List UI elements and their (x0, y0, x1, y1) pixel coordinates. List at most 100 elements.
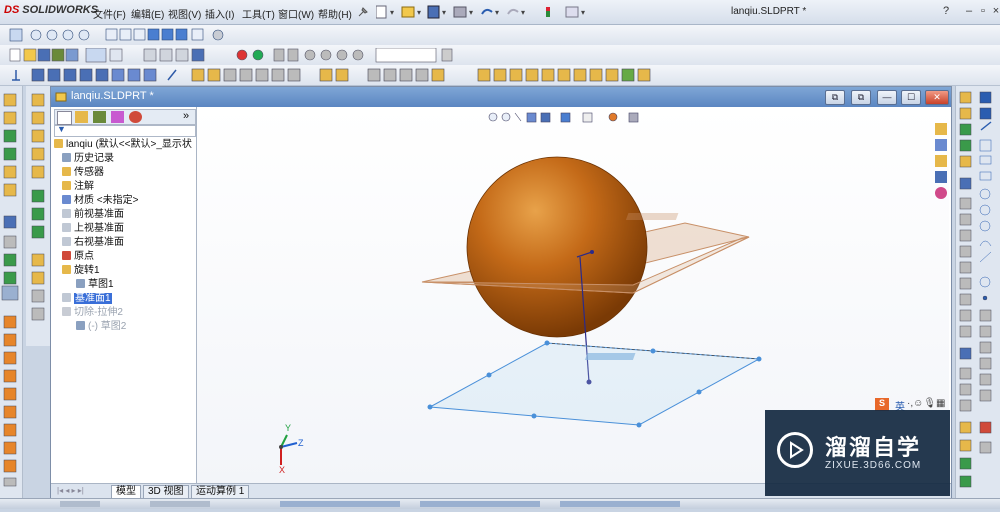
window-title: lanqiu.SLDPRT * (731, 6, 807, 17)
doc-maximize-button[interactable]: ☐ (901, 90, 921, 105)
tree-item[interactable]: (-) 草图2 (76, 320, 126, 334)
plane-icon (62, 237, 71, 246)
triad-x-label: X (279, 465, 286, 475)
svg-text:▾: ▾ (417, 8, 421, 17)
solidworks-logo[interactable]: DS SOLIDWORKS (4, 4, 98, 16)
tree-item[interactable]: 上视基准面 (62, 222, 124, 236)
help-icon[interactable]: ? (940, 5, 952, 17)
origin-icon (62, 251, 71, 260)
menu-edit[interactable]: 编辑(E) (131, 6, 164, 21)
menu-insert[interactable]: 插入(I) (205, 6, 234, 21)
appearances-icon[interactable] (935, 187, 947, 199)
document-title: lanqiu.SLDPRT * (71, 90, 154, 102)
plane-icon (62, 209, 71, 218)
sphere-body[interactable] (466, 156, 648, 338)
left-command-strip-2 (26, 86, 50, 346)
revolve-icon (62, 265, 71, 274)
resources-icon[interactable] (935, 123, 947, 135)
selected-plane-label (584, 353, 636, 360)
plane-label-faded (625, 213, 679, 220)
file-explorer-icon[interactable] (935, 155, 947, 167)
pin-icon[interactable] (355, 4, 371, 20)
tree-item[interactable]: 材质 <未指定> (62, 194, 138, 208)
tree-filter-input[interactable]: ▼ (54, 124, 196, 137)
tree-item-label: 旋转1 (74, 265, 100, 276)
ds-logo-icon: DS (4, 4, 20, 16)
part-document-icon (55, 90, 68, 103)
svg-text:▾: ▾ (442, 8, 446, 17)
taskbar-strip (0, 498, 1000, 509)
tree-item-label: 前视基准面 (74, 209, 124, 220)
features-toolbar (0, 65, 1000, 86)
view-palette-icon[interactable] (935, 171, 947, 183)
part-icon (54, 139, 63, 148)
tree-item-label: 上视基准面 (74, 223, 124, 234)
menu-tools[interactable]: 工具(T) (242, 6, 275, 21)
menu-help[interactable]: 帮助(H) (318, 6, 352, 21)
design-library-icon[interactable] (935, 139, 947, 151)
close-icon[interactable]: × (990, 5, 1000, 17)
tree-item-label: 材质 <未指定> (74, 195, 139, 206)
collapse-panel-icon[interactable]: » (183, 110, 189, 122)
tree-item-label: 草图1 (88, 279, 114, 290)
tab-3d-view[interactable]: 3D 视图 (143, 485, 189, 499)
annotation-icon (62, 181, 71, 190)
play-logo-icon (777, 432, 813, 468)
tree-item[interactable]: 右视基准面 (62, 236, 124, 250)
tree-item[interactable]: 切除-拉伸2 (62, 306, 123, 320)
triad-y-label: Y (285, 423, 292, 433)
tab-motion-study[interactable]: 运动算例 1 (191, 485, 250, 499)
tree-item-label: 基准面1 (74, 293, 112, 304)
sketch-toolbar (0, 45, 1000, 66)
svg-text:▾: ▾ (495, 8, 499, 17)
tree-item[interactable]: 历史记录 (62, 152, 114, 166)
tree-item[interactable]: 注解 (62, 180, 94, 194)
tree-item[interactable]: 基准面1 (62, 292, 112, 306)
view-toolbar (0, 25, 1000, 46)
tree-item-label: lanqiu (默认<<默认>_显示状 (66, 139, 192, 150)
minimize-icon[interactable]: – (963, 5, 975, 17)
tree-item[interactable]: 前视基准面 (62, 208, 124, 222)
tree-rows: lanqiu (默认<<默认>_显示状历史记录 传感器注解 材质 <未指定> 前视基准… (54, 138, 194, 338)
plane-icon (62, 223, 71, 232)
triad-z-label: Z (298, 438, 304, 448)
svg-text:▾: ▾ (390, 8, 394, 17)
configuration-manager-tab-icon[interactable] (93, 111, 106, 123)
tab-scroll-arrows[interactable]: |◂ ◂ ▸ ▸| (57, 486, 84, 495)
ime-tools-icons[interactable]: ·,☺🎙▦ (907, 398, 945, 409)
property-manager-tab-icon[interactable] (75, 111, 88, 123)
doc-close-button[interactable]: ✕ (925, 90, 949, 105)
tree-item[interactable]: 传感器 (62, 166, 104, 180)
coordinate-triad (279, 434, 298, 465)
manager-tabs: » (54, 109, 196, 125)
tree-item-label: 传感器 (74, 167, 104, 178)
tile-vertical-button[interactable]: ⧉ (851, 90, 871, 105)
title-bar: DS SOLIDWORKS 文件(F) 编辑(E) 视图(V) 插入(I) 工具(… (0, 0, 1000, 25)
document-window-header: lanqiu.SLDPRT * ⧉ ⧉ — ☐ ✕ (51, 87, 951, 107)
tree-item[interactable]: lanqiu (默认<<默认>_显示状 (54, 138, 192, 152)
sensor-icon (62, 167, 71, 176)
doc-minimize-button[interactable]: — (877, 90, 897, 105)
feature-manager-tree: » ▼ lanqiu (默认<<默认>_显示状历史记录 传感器注解 材质 <未指定>… (51, 107, 197, 503)
quick-access-toolbar: ▾ ▾ ▾ ▾ ▾ ▾ ▾ (375, 5, 586, 22)
tree-item[interactable]: 旋转1 (62, 264, 100, 278)
cut-extrude-icon (62, 307, 71, 316)
watermark-title: 溜溜自学 (825, 435, 922, 460)
history-icon (62, 153, 71, 162)
right-command-strip (955, 86, 1000, 498)
tree-item[interactable]: 草图1 (76, 278, 114, 292)
dimxpert-tab-icon[interactable] (111, 111, 124, 123)
svg-text:▾: ▾ (521, 8, 525, 17)
menu-window[interactable]: 窗口(W) (278, 6, 314, 21)
tree-item[interactable]: 原点 (62, 250, 94, 264)
menu-file[interactable]: 文件(F) (93, 6, 126, 21)
feature-manager-tab-icon[interactable] (57, 111, 72, 125)
restore-icon[interactable]: ▫ (977, 5, 989, 17)
tab-model[interactable]: 模型 (111, 485, 141, 499)
menu-view[interactable]: 视图(V) (168, 6, 201, 21)
tree-item-label: 原点 (74, 251, 94, 262)
plane-icon (62, 293, 71, 302)
display-manager-tab-icon[interactable] (129, 111, 142, 123)
tile-horizontal-button[interactable]: ⧉ (825, 90, 845, 105)
filter-icon: ▼ (57, 124, 66, 134)
